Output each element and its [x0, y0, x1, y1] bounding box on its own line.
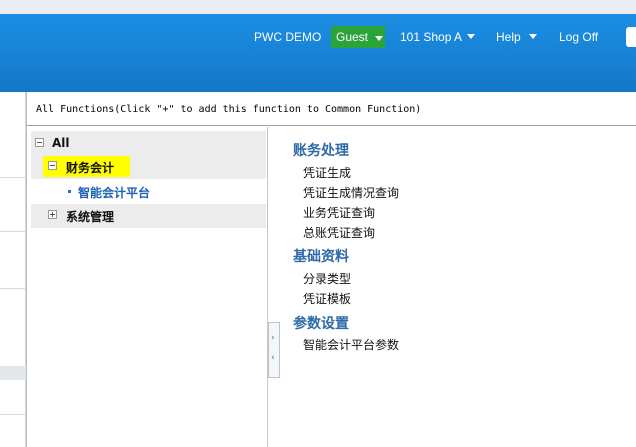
demo-link[interactable]: PWC DEMO — [254, 30, 321, 44]
header-search-box[interactable] — [626, 27, 636, 47]
function-link[interactable]: 凭证生成 — [303, 164, 351, 181]
tree-node-label: All — [52, 136, 70, 150]
caret-down-icon — [375, 36, 383, 41]
tree-node-label: 系统管理 — [66, 210, 115, 224]
browser-top-strip — [0, 0, 636, 14]
guest-label: Guest — [336, 30, 369, 44]
collapse-icon[interactable] — [35, 138, 44, 147]
function-link[interactable]: 业务凭证查询 — [303, 204, 375, 221]
background-sidebar — [0, 92, 26, 447]
divider — [0, 177, 26, 178]
function-link[interactable]: 分录类型 — [303, 270, 351, 287]
tree-node-all[interactable]: All — [31, 131, 266, 155]
splitter-toggle[interactable]: › ‹ — [268, 322, 280, 378]
function-link[interactable]: 凭证生成情况查询 — [303, 184, 399, 201]
divider — [0, 231, 26, 232]
demo-label: PWC DEMO — [254, 30, 322, 44]
bullet-icon — [68, 190, 71, 193]
help-menu[interactable]: Help — [496, 30, 537, 44]
function-tree: All 财务会计 智能会计平台 系统管理 — [27, 127, 268, 447]
chevron-left-icon[interactable]: ‹ — [271, 353, 275, 363]
section-title: 参数设置 — [293, 316, 349, 332]
tree-node-label: 财务会计 — [66, 161, 115, 175]
help-label: Help — [496, 30, 521, 44]
dialog-titlebar: All Functions(Click "+" to add this func… — [27, 92, 636, 126]
caret-down-icon — [467, 34, 476, 39]
tree-node-smart-accounting[interactable]: 智能会计平台 — [31, 180, 266, 204]
shop-menu[interactable]: 101 Shop A — [400, 30, 476, 44]
chevron-right-icon[interactable]: › — [271, 333, 275, 343]
tree-leaf-label: 智能会计平台 — [78, 186, 151, 200]
function-link[interactable]: 总账凭证查询 — [303, 224, 375, 241]
guest-menu[interactable]: Guest — [331, 26, 385, 48]
tree-node-finance[interactable]: 财务会计 — [31, 155, 266, 179]
shop-label: 101 Shop A — [400, 30, 463, 44]
divider — [0, 414, 26, 415]
background-stripe — [0, 366, 26, 380]
tree-node-system[interactable]: 系统管理 — [31, 204, 266, 228]
all-functions-dialog: All Functions(Click "+" to add this func… — [26, 92, 636, 447]
logoff-label: Log Off — [559, 30, 599, 44]
collapse-icon[interactable] — [48, 161, 57, 170]
function-link[interactable]: 智能会计平台参数 — [303, 336, 399, 353]
logoff-link[interactable]: Log Off — [559, 30, 598, 44]
expand-icon[interactable] — [48, 210, 57, 219]
function-link[interactable]: 凭证模板 — [303, 290, 351, 307]
dialog-title: All Functions(Click "+" to add this func… — [36, 104, 422, 115]
section-title: 账务处理 — [293, 143, 349, 159]
caret-down-icon — [528, 34, 537, 39]
section-title: 基础资料 — [293, 249, 349, 265]
app-header — [0, 14, 636, 92]
divider — [0, 288, 26, 289]
